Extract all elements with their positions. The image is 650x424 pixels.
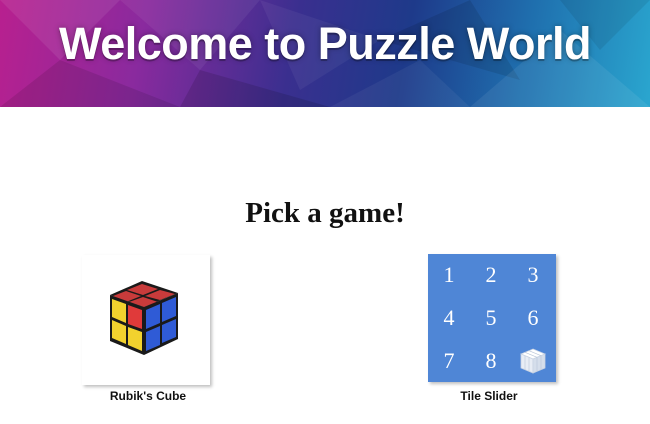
tile-1: 1	[443, 262, 455, 287]
rubiks-cube-icon	[110, 281, 178, 355]
game-card-tile-slider[interactable]: 1 2 3 4 5 6 7 8	[428, 254, 556, 382]
tile-6: 6	[527, 305, 539, 330]
game-label-tile-slider[interactable]: Tile Slider	[419, 389, 559, 403]
game-label-rubiks-cube[interactable]: Rubik's Cube	[78, 389, 218, 403]
game-card-rubiks-cube[interactable]	[82, 255, 210, 385]
tile-5: 5	[485, 305, 497, 330]
tile-8: 8	[485, 348, 497, 373]
page-heading: Pick a game!	[245, 197, 405, 229]
mini-cube-icon	[512, 340, 554, 382]
tile-7: 7	[443, 348, 455, 373]
tile-3: 3	[527, 262, 539, 287]
header-banner: Welcome to Puzzle World	[0, 0, 650, 107]
tile-2: 2	[485, 262, 497, 287]
banner-title: Welcome to Puzzle World	[59, 18, 591, 69]
tile-4: 4	[443, 305, 455, 330]
